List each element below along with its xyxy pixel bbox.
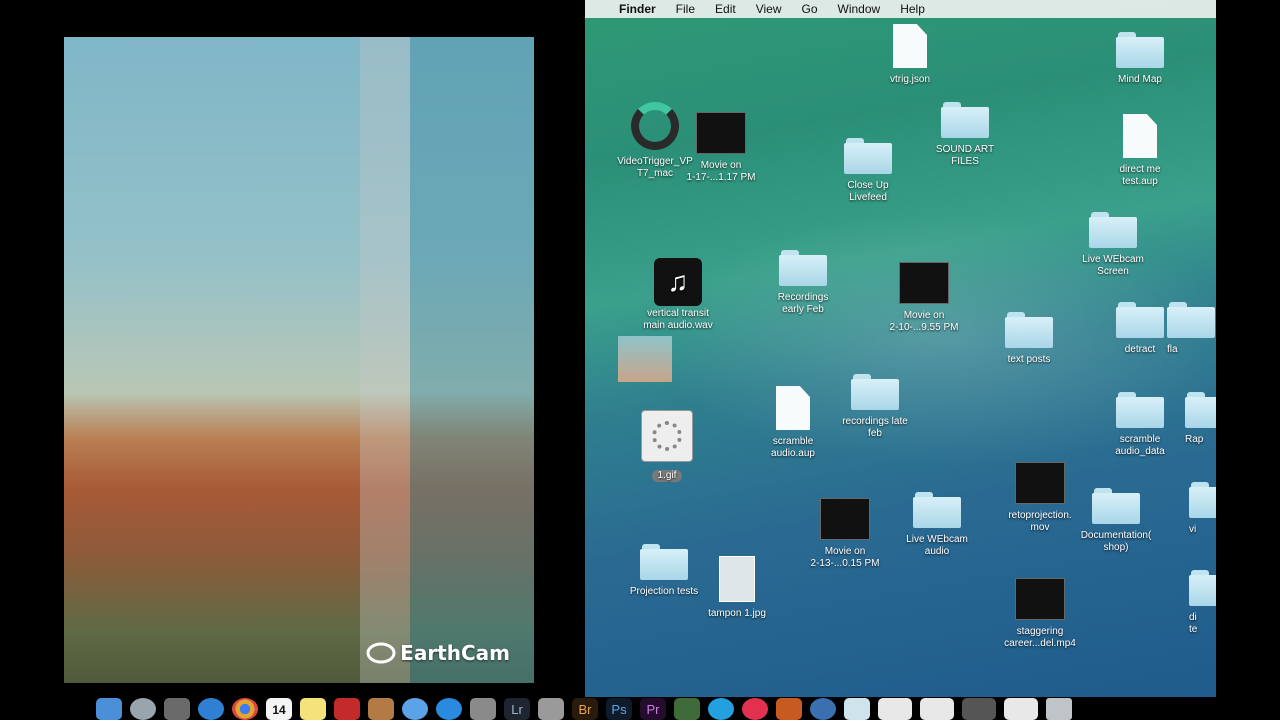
folder-icon bbox=[1089, 212, 1137, 248]
systemprefs-icon[interactable] bbox=[810, 698, 836, 720]
desktop-item[interactable]: Movie on 1-17-...1.17 PM bbox=[671, 112, 771, 184]
menubar: Finder File Edit View Go Window Help bbox=[585, 0, 1216, 18]
dock: 14 Lr Br Ps Pr bbox=[96, 697, 1196, 720]
appstore-icon[interactable] bbox=[436, 698, 462, 720]
desktop-item[interactable]: vi bbox=[1189, 482, 1216, 536]
folder-icon bbox=[640, 544, 688, 580]
desktop-item[interactable]: Close Up Livefeed bbox=[818, 138, 918, 204]
calendar-icon[interactable]: 14 bbox=[266, 698, 292, 720]
document-icon bbox=[776, 386, 810, 430]
desktop-item[interactable]: staggering career...del.mp4 bbox=[990, 578, 1090, 650]
earthcam-logo-icon bbox=[366, 642, 396, 664]
desktop-item[interactable]: 1.gif bbox=[617, 410, 717, 482]
bridge-icon[interactable]: Br bbox=[572, 698, 598, 720]
earthcam-feed: EarthCam bbox=[64, 37, 534, 683]
folder-icon bbox=[913, 492, 961, 528]
glitch-band bbox=[360, 37, 410, 683]
trash-icon[interactable] bbox=[1046, 698, 1072, 720]
desktop-item[interactable]: di te bbox=[1189, 570, 1216, 636]
folder-icon bbox=[1167, 302, 1215, 338]
window-icon[interactable] bbox=[1004, 698, 1038, 720]
folder-icon bbox=[1189, 570, 1216, 606]
folder-icon bbox=[1116, 302, 1164, 338]
image-thumbnail bbox=[618, 336, 672, 382]
desktop-item[interactable]: Rap bbox=[1185, 392, 1216, 446]
folder-icon bbox=[1116, 392, 1164, 428]
image-file-icon bbox=[719, 556, 755, 602]
premiere-icon[interactable]: Pr bbox=[640, 698, 666, 720]
desktop-item[interactable]: tampon 1.jpg bbox=[687, 556, 787, 620]
desktop-item[interactable]: recordings late feb bbox=[825, 374, 925, 440]
movie-icon bbox=[1015, 462, 1065, 504]
folder-icon bbox=[779, 250, 827, 286]
movie-icon bbox=[696, 112, 746, 154]
menu-edit[interactable]: Edit bbox=[715, 2, 736, 16]
menu-window[interactable]: Window bbox=[838, 2, 881, 16]
finder-icon[interactable] bbox=[96, 698, 122, 720]
iphoto-icon[interactable] bbox=[470, 698, 496, 720]
folder-icon bbox=[1189, 482, 1216, 518]
desktop-item[interactable]: scramble audio_data bbox=[1090, 392, 1190, 458]
facetime-icon[interactable] bbox=[674, 698, 700, 720]
folder-icon bbox=[1116, 32, 1164, 68]
earthcam-logo-text: EarthCam bbox=[400, 641, 510, 665]
mail-icon[interactable] bbox=[402, 698, 428, 720]
desktop-item[interactable]: Live WEbcam audio bbox=[887, 492, 987, 558]
desktop-item[interactable]: Mind Map bbox=[1090, 32, 1190, 86]
photo-icon[interactable] bbox=[164, 698, 190, 720]
mac-desktop: Finder File Edit View Go Window Help vtr… bbox=[585, 0, 1216, 697]
desktop-item[interactable]: Recordings early Feb bbox=[753, 250, 853, 316]
desktop-item[interactable]: direct me test.aup bbox=[1090, 114, 1190, 188]
safari-icon[interactable] bbox=[198, 698, 224, 720]
folder-icon bbox=[1092, 488, 1140, 524]
desktop-item[interactable]: fla bbox=[1167, 302, 1216, 356]
lightroom-icon[interactable]: Lr bbox=[504, 698, 530, 720]
desktop-item[interactable]: ♫ vertical transit main audio.wav bbox=[628, 258, 728, 332]
menu-finder[interactable]: Finder bbox=[619, 2, 656, 16]
itunes-icon[interactable] bbox=[742, 698, 768, 720]
movie-icon bbox=[1015, 578, 1065, 620]
movie-icon bbox=[899, 262, 949, 304]
movie-icon bbox=[820, 498, 870, 540]
photoshop-icon[interactable]: Ps bbox=[606, 698, 632, 720]
desktop-item[interactable]: Movie on 2-10-...9.55 PM bbox=[874, 262, 974, 334]
window-icon[interactable] bbox=[920, 698, 954, 720]
folder-icon bbox=[1185, 392, 1216, 428]
desktop-item[interactable]: text posts bbox=[979, 312, 1079, 366]
stickies-icon[interactable] bbox=[300, 698, 326, 720]
skype-icon[interactable] bbox=[708, 698, 734, 720]
window-icon[interactable] bbox=[962, 698, 996, 720]
desktop-item[interactable]: Live WEbcam Screen bbox=[1063, 212, 1163, 278]
folder-icon bbox=[851, 374, 899, 410]
launchpad-icon[interactable] bbox=[130, 698, 156, 720]
desktop-item[interactable] bbox=[615, 336, 675, 386]
folder-icon bbox=[844, 138, 892, 174]
earthcam-logo: EarthCam bbox=[366, 641, 510, 665]
document-icon bbox=[1123, 114, 1157, 158]
menu-file[interactable]: File bbox=[676, 2, 695, 16]
folder-icon[interactable] bbox=[844, 698, 870, 720]
gif-icon bbox=[641, 410, 693, 462]
audacity-icon[interactable] bbox=[776, 698, 802, 720]
music-file-icon: ♫ bbox=[654, 258, 702, 306]
menu-view[interactable]: View bbox=[756, 2, 782, 16]
photobooth-icon[interactable] bbox=[334, 698, 360, 720]
chrome-icon[interactable] bbox=[232, 698, 258, 720]
desktop-item[interactable]: Documentation( shop) bbox=[1066, 488, 1166, 554]
desktop-item[interactable]: vtrig.json bbox=[860, 24, 960, 86]
menu-go[interactable]: Go bbox=[802, 2, 818, 16]
window-icon[interactable] bbox=[878, 698, 912, 720]
menu-help[interactable]: Help bbox=[900, 2, 925, 16]
folder-icon bbox=[1005, 312, 1053, 348]
preview-icon[interactable] bbox=[368, 698, 394, 720]
glitch-band bbox=[410, 37, 534, 683]
desktop-item[interactable]: Movie on 2-13-...0.15 PM bbox=[795, 498, 895, 570]
folder-icon bbox=[941, 102, 989, 138]
desktop-item[interactable]: SOUND ART FILES bbox=[915, 102, 1015, 168]
calculator-icon[interactable] bbox=[538, 698, 564, 720]
document-icon bbox=[893, 24, 927, 68]
